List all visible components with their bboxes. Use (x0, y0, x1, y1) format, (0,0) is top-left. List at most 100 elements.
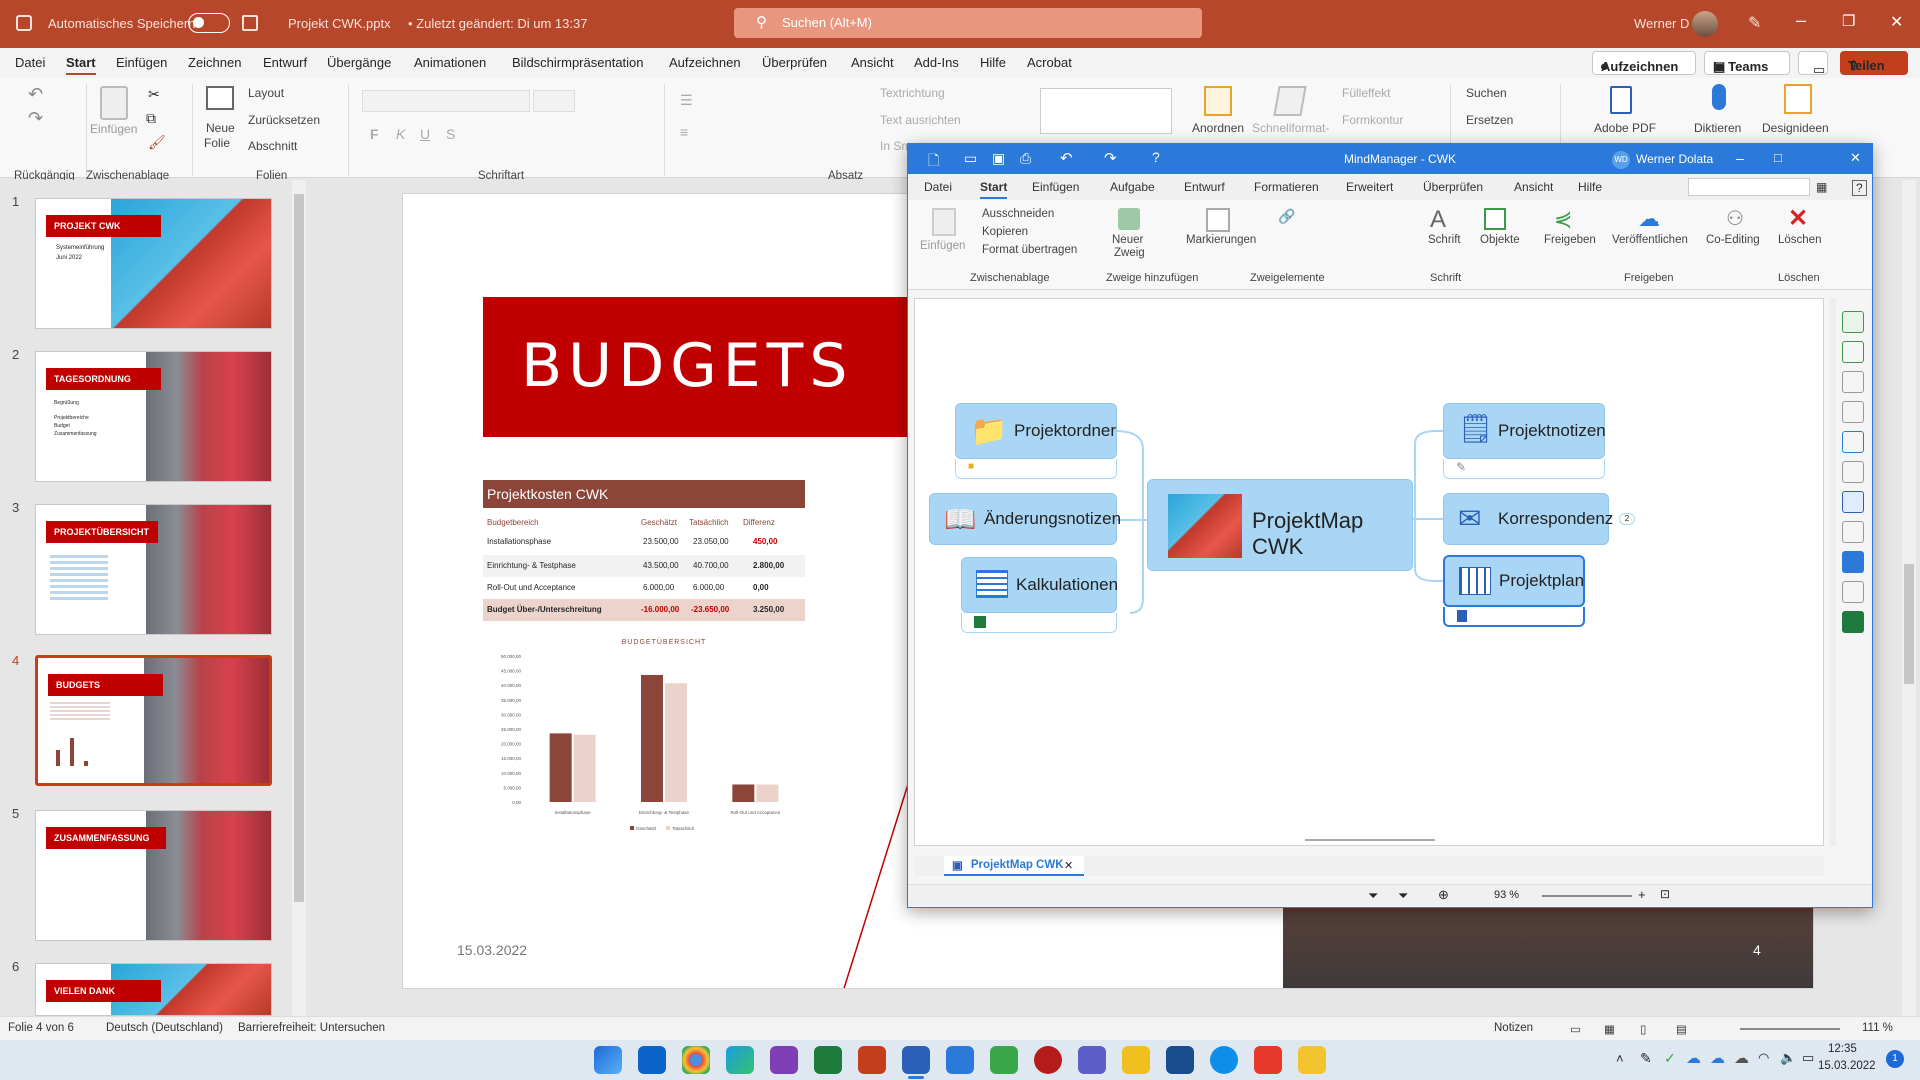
reset-button[interactable]: Zurücksetzen (248, 113, 320, 127)
tab-ueberpruefen[interactable]: Überprüfen (762, 55, 827, 70)
normal-view-icon[interactable]: ▭ (1570, 1022, 1581, 1036)
wifi-icon[interactable]: ◠ (1758, 1050, 1769, 1066)
copy-button[interactable]: Kopieren (982, 226, 1028, 238)
adobe-pdf-icon[interactable] (1610, 86, 1632, 114)
tab-einfuegen[interactable]: Einfügen (1032, 180, 1079, 194)
tab-einfuegen[interactable]: Einfügen (116, 55, 167, 70)
tab-hilfe[interactable]: Hilfe (1578, 180, 1602, 194)
language-status[interactable]: Deutsch (Deutschland) (106, 1022, 223, 1034)
powerpoint-icon[interactable] (858, 1046, 886, 1074)
pen-icon[interactable]: ✎ (1640, 1050, 1652, 1067)
tab-start[interactable]: Start (66, 55, 96, 75)
autosave-toggle[interactable] (188, 13, 230, 33)
browser-icon[interactable] (1842, 581, 1864, 603)
collapsed-branch-count[interactable]: 2 (1619, 513, 1635, 525)
maximize-icon[interactable]: □ (1774, 150, 1782, 165)
coediting-icon[interactable]: ⚇ (1726, 206, 1744, 231)
cloud-icon[interactable]: ☁ (1734, 1049, 1749, 1067)
reading-view-icon[interactable]: ▯ (1640, 1022, 1646, 1036)
paste-button[interactable]: Einfügen (920, 240, 965, 252)
chrome-icon[interactable] (682, 1046, 710, 1074)
zoom-level[interactable]: 111 % (1862, 1022, 1893, 1034)
bullets-icon[interactable]: ☰ (680, 92, 693, 109)
designer-icon[interactable] (1784, 84, 1812, 114)
topic-projektnotizen[interactable]: 🗒 Projektnotizen (1443, 403, 1606, 459)
sorter-view-icon[interactable]: ▦ (1604, 1022, 1615, 1036)
tab-aufgabe[interactable]: Aufgabe (1110, 180, 1155, 194)
tab-bildschirmpraesentation[interactable]: Bildschirmpräsentation (512, 55, 644, 70)
slide-thumbnail-1[interactable]: PROJEKT CWK Systemeinführung Juni 2022 (35, 198, 272, 329)
onedrive-icon[interactable]: ☁ (1710, 1049, 1725, 1067)
paste-icon[interactable] (100, 86, 128, 120)
mindmanager-window[interactable]: 🗋 ▭ ▣ ⎙ ↶ ↷ ? MindManager - CWK WD Werne… (907, 143, 1873, 908)
vertical-scrollbar[interactable] (1830, 298, 1836, 846)
presentation-view-icon[interactable]: ▤ (1676, 1022, 1687, 1036)
excel-icon[interactable] (814, 1046, 842, 1074)
azure-icon[interactable] (1166, 1046, 1194, 1074)
notes-icon[interactable] (1842, 521, 1864, 543)
objects-button[interactable]: Objekte (1480, 234, 1520, 246)
topic-korrespondenz[interactable]: ✉ Korrespondenz (1443, 493, 1613, 545)
onedrive-icon[interactable]: ☁ (1686, 1049, 1701, 1067)
new-slide-label[interactable]: Neue (206, 121, 235, 135)
fill-effect-button[interactable]: Fülleffekt (1342, 86, 1390, 100)
redo-icon[interactable]: ↷ (1104, 149, 1117, 167)
delete-icon[interactable]: ✕ (1788, 204, 1808, 233)
map-canvas[interactable]: ProjektMap CWK 📁 Projektordner ■ 📖 Änder… (914, 298, 1824, 846)
search-input[interactable]: ⚲ Suchen (Alt+M) (734, 8, 1202, 38)
undo-icon[interactable]: ↶ (1060, 149, 1073, 167)
tab-animationen[interactable]: Animationen (414, 55, 486, 70)
tab-formatieren[interactable]: Formatieren (1254, 180, 1319, 194)
topic-projektordner[interactable]: 📁 Projektordner (955, 403, 1117, 459)
outlook-icon[interactable] (1842, 551, 1864, 573)
check-icon[interactable]: ✓ (1664, 1050, 1676, 1067)
shapes-gallery[interactable] (1040, 88, 1172, 134)
cut-icon[interactable]: ✂ (148, 86, 160, 103)
minimize-icon[interactable]: – (1796, 10, 1806, 31)
save-icon[interactable] (242, 15, 258, 31)
share-icon[interactable]: ⋞ (1554, 206, 1572, 232)
tab-ansicht[interactable]: Ansicht (1514, 180, 1553, 194)
document-tab[interactable]: ▣ ProjektMap CWK (944, 856, 1084, 876)
font-size-select[interactable] (533, 90, 575, 112)
user-name[interactable]: Werner Dolata (1636, 152, 1713, 166)
clock-date[interactable]: 15.03.2022 (1818, 1060, 1876, 1072)
add-topic-icon[interactable] (1842, 311, 1864, 333)
italic-icon[interactable]: K (396, 126, 405, 142)
chevron-up-icon[interactable]: ˄ (1616, 1051, 1624, 1066)
close-icon[interactable]: ✕ (1890, 12, 1903, 32)
new-document-icon[interactable]: 🗋 (928, 150, 939, 174)
dictate-button[interactable]: Diktieren (1694, 121, 1741, 135)
align-text-button[interactable]: Text ausrichten (880, 113, 961, 127)
close-icon[interactable]: ✕ (1064, 859, 1073, 872)
paste-label[interactable]: Einfügen (90, 122, 137, 136)
onenote-icon[interactable] (770, 1046, 798, 1074)
record-button[interactable]: ⏺ Aufzeichnen (1592, 51, 1696, 75)
open-folder-icon[interactable]: ▭ (964, 150, 977, 167)
focus-icon[interactable]: ⊕ (1438, 887, 1449, 903)
bold-icon[interactable]: F (370, 126, 379, 142)
tab-hilfe[interactable]: Hilfe (980, 55, 1006, 70)
library-icon[interactable] (1842, 431, 1864, 453)
redo-icon[interactable]: ↷ (28, 108, 43, 129)
publish-button[interactable]: Veröffentlichen (1612, 234, 1688, 246)
horizontal-scroll-thumb[interactable] (1305, 839, 1435, 841)
pen-icon[interactable]: ✎ (1748, 13, 1761, 33)
arrange-icon[interactable] (1204, 86, 1232, 116)
central-topic[interactable]: ProjektMap CWK (1147, 479, 1413, 571)
notification-badge[interactable]: 1 (1886, 1050, 1904, 1068)
new-branch-label-2[interactable]: Zweig (1114, 247, 1145, 259)
last-changed[interactable]: • Zuletzt geändert: Di um 13:37 (408, 16, 587, 31)
outlook-icon[interactable] (638, 1046, 666, 1074)
accessibility-status[interactable]: Barrierefreiheit: Untersuchen (238, 1022, 385, 1034)
tab-entwurf[interactable]: Entwurf (263, 55, 307, 70)
align-left-icon[interactable]: ≡ (680, 124, 688, 140)
topic-projektplan[interactable]: Projektplan (1443, 555, 1585, 607)
filter-icon[interactable]: ⏷ (1368, 888, 1378, 904)
slide-scrollbar[interactable] (1902, 180, 1916, 1016)
markers-button[interactable]: Markierungen (1186, 234, 1256, 246)
tab-aufzeichnen[interactable]: Aufzeichnen (669, 55, 741, 70)
file-explorer-icon[interactable] (1298, 1046, 1326, 1074)
coediting-button[interactable]: Co-Editing (1706, 234, 1760, 246)
tab-uebergaenge[interactable]: Übergänge (327, 55, 391, 70)
